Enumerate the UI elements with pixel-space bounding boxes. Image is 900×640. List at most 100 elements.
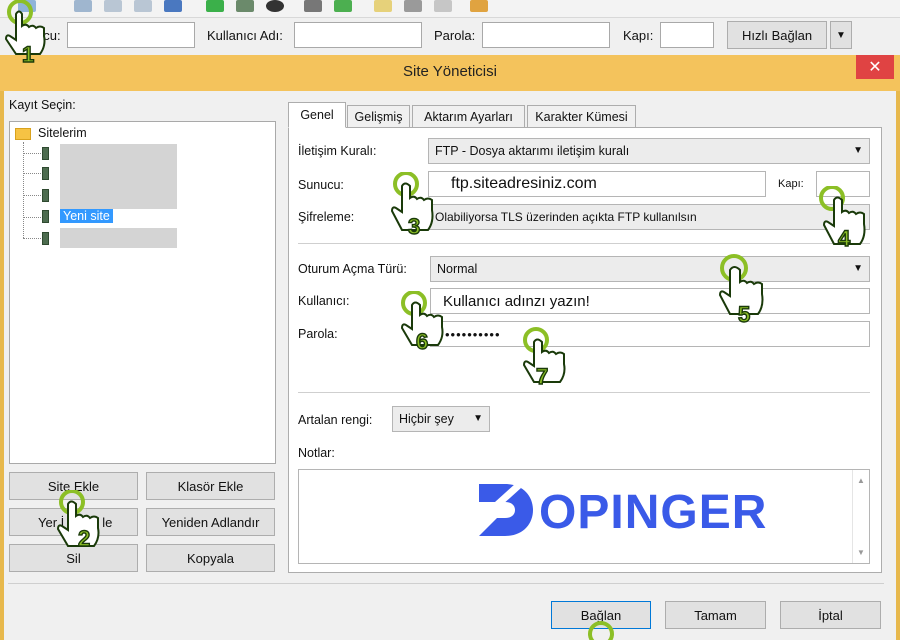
dialog-title: Site Yöneticisi — [403, 63, 497, 80]
reconnect-icon[interactable] — [334, 0, 352, 12]
site-tree[interactable]: Sitelerim Yeni site — [9, 121, 276, 464]
new-folder-button[interactable]: Klasör Ekle — [146, 472, 275, 500]
quickconnect-dropdown-button[interactable]: ▼ — [830, 21, 852, 49]
chevron-down-icon: ▼ — [853, 144, 863, 156]
user-label: Kullanıcı: — [298, 294, 350, 308]
protocol-value: FTP - Dosya aktarımı iletişim kuralı — [435, 144, 630, 158]
tree-connector — [23, 238, 41, 239]
quick-host-input[interactable] — [67, 22, 195, 48]
tree-connector — [23, 153, 41, 154]
search-icon[interactable] — [404, 0, 422, 12]
tree-item-new-site[interactable]: Yeni site — [60, 209, 113, 223]
step-badge-3: 3 — [408, 214, 420, 239]
password-input[interactable]: •••••••••• — [430, 321, 870, 347]
step-5-pointer: 5 — [718, 254, 764, 328]
close-button[interactable]: ✕ — [856, 55, 894, 79]
notes-scrollbar[interactable]: ▲ ▼ — [852, 470, 869, 563]
tree-connector — [23, 173, 41, 174]
logon-type-value: Normal — [437, 262, 478, 276]
tab-general[interactable]: Genel — [288, 102, 346, 128]
quickconnect-button[interactable]: Hızlı Bağlan — [727, 21, 827, 49]
connect-pointer-ring — [588, 621, 614, 640]
server-icon — [42, 167, 49, 180]
section-divider — [298, 243, 870, 244]
cancel-button[interactable]: İptal — [780, 601, 881, 629]
chevron-down-icon: ▼ — [473, 412, 483, 424]
tree-connector — [23, 195, 41, 196]
footer-divider — [8, 583, 884, 584]
step-3-pointer: 3 — [390, 172, 434, 240]
scroll-up-icon[interactable]: ▲ — [857, 476, 865, 485]
quick-port-label: Kapı: — [623, 28, 654, 43]
background-color-value: Hiçbir şey — [399, 412, 454, 426]
rename-button[interactable]: Yeniden Adlandır — [146, 508, 275, 536]
chevron-down-icon: ▼ — [853, 262, 863, 274]
redacted-site-entry[interactable] — [60, 228, 177, 248]
protocol-label: İletişim Kuralı: — [298, 144, 377, 158]
toggle-tree-icon[interactable] — [104, 0, 122, 12]
server-icon — [42, 232, 49, 245]
disconnect-icon[interactable] — [304, 0, 322, 12]
copy-button[interactable]: Kopyala — [146, 544, 275, 572]
quick-password-input[interactable] — [482, 22, 610, 48]
filter-icon[interactable] — [236, 0, 254, 12]
folder-icon — [15, 128, 31, 140]
toggle-log-icon[interactable] — [74, 0, 92, 12]
dopinger-watermark: OPINGER — [475, 480, 835, 540]
user-input[interactable]: Kullanıcı adınzı yazın! — [430, 288, 870, 314]
logon-type-select[interactable]: Normal ▼ — [430, 256, 870, 282]
step-6-pointer: 6 — [400, 291, 444, 355]
host-input[interactable]: ftp.siteadresiniz.com — [428, 171, 766, 197]
server-icon — [42, 210, 49, 223]
quickconnect-bar: ucu: Kullanıcı Adı: Parola: Kapı: Hızlı … — [0, 18, 900, 56]
tree-root-my-sites[interactable]: Sitelerim — [38, 126, 87, 140]
encryption-label: Şifreleme: — [298, 210, 355, 224]
background-color-label: Artalan rengi: — [298, 413, 373, 427]
dir-compare-icon[interactable] — [374, 0, 392, 12]
encryption-select[interactable]: Olabiliyorsa TLS üzerinden açıkta FTP ku… — [428, 204, 870, 230]
tab-transfer-settings[interactable]: Aktarım Ayarları — [412, 105, 525, 128]
find-files-icon[interactable] — [470, 0, 488, 12]
step-badge-7: 7 — [536, 364, 548, 389]
step-1-pointer: 1 — [4, 0, 46, 68]
tab-charset[interactable]: Karakter Kümesi — [527, 105, 636, 128]
background-color-select[interactable]: Hiçbir şey ▼ — [392, 406, 490, 432]
quick-username-label: Kullanıcı Adı: — [207, 28, 283, 43]
port-label: Kapı: — [778, 178, 804, 190]
quick-username-input[interactable] — [294, 22, 422, 48]
password-label: Parola: — [298, 327, 338, 341]
refresh-icon[interactable] — [206, 0, 224, 12]
protocol-select[interactable]: FTP - Dosya aktarımı iletişim kuralı ▼ — [428, 138, 870, 164]
quick-port-input[interactable] — [660, 22, 714, 48]
step-2-pointer: 2 — [56, 490, 100, 552]
section-divider — [298, 392, 870, 393]
logon-type-label: Oturum Açma Türü: — [298, 262, 407, 276]
redacted-site-entries[interactable] — [60, 144, 177, 209]
host-label: Sunucu: — [298, 178, 344, 192]
toggle-remote-tree-icon[interactable] — [134, 0, 152, 12]
sync-browse-icon[interactable] — [434, 0, 452, 12]
step-badge-5: 5 — [738, 302, 750, 327]
scroll-down-icon[interactable]: ▼ — [857, 548, 865, 557]
toggle-queue-icon[interactable] — [164, 0, 182, 12]
dopinger-brand-text: OPINGER — [539, 486, 768, 539]
step-badge-1: 1 — [22, 42, 34, 67]
step-4-pointer: 4 — [819, 186, 866, 252]
dopinger-logo-mark-icon — [479, 484, 533, 536]
tree-connector — [23, 217, 41, 218]
tree-connector — [23, 142, 24, 238]
step-badge-2: 2 — [78, 526, 90, 551]
select-entry-label: Kayıt Seçin: — [9, 98, 76, 112]
step-badge-4: 4 — [838, 226, 851, 251]
server-icon — [42, 147, 49, 160]
ok-button[interactable]: Tamam — [665, 601, 766, 629]
step-7-pointer: 7 — [522, 327, 566, 390]
notes-label: Notlar: — [298, 446, 335, 460]
step-badge-6: 6 — [416, 329, 428, 354]
cancel-op-icon[interactable] — [266, 0, 284, 12]
encryption-value: Olabiliyorsa TLS üzerinden açıkta FTP ku… — [435, 210, 697, 224]
tab-advanced[interactable]: Gelişmiş — [347, 105, 410, 128]
main-toolbar — [0, 0, 900, 18]
quick-password-label: Parola: — [434, 28, 476, 43]
server-icon — [42, 189, 49, 202]
